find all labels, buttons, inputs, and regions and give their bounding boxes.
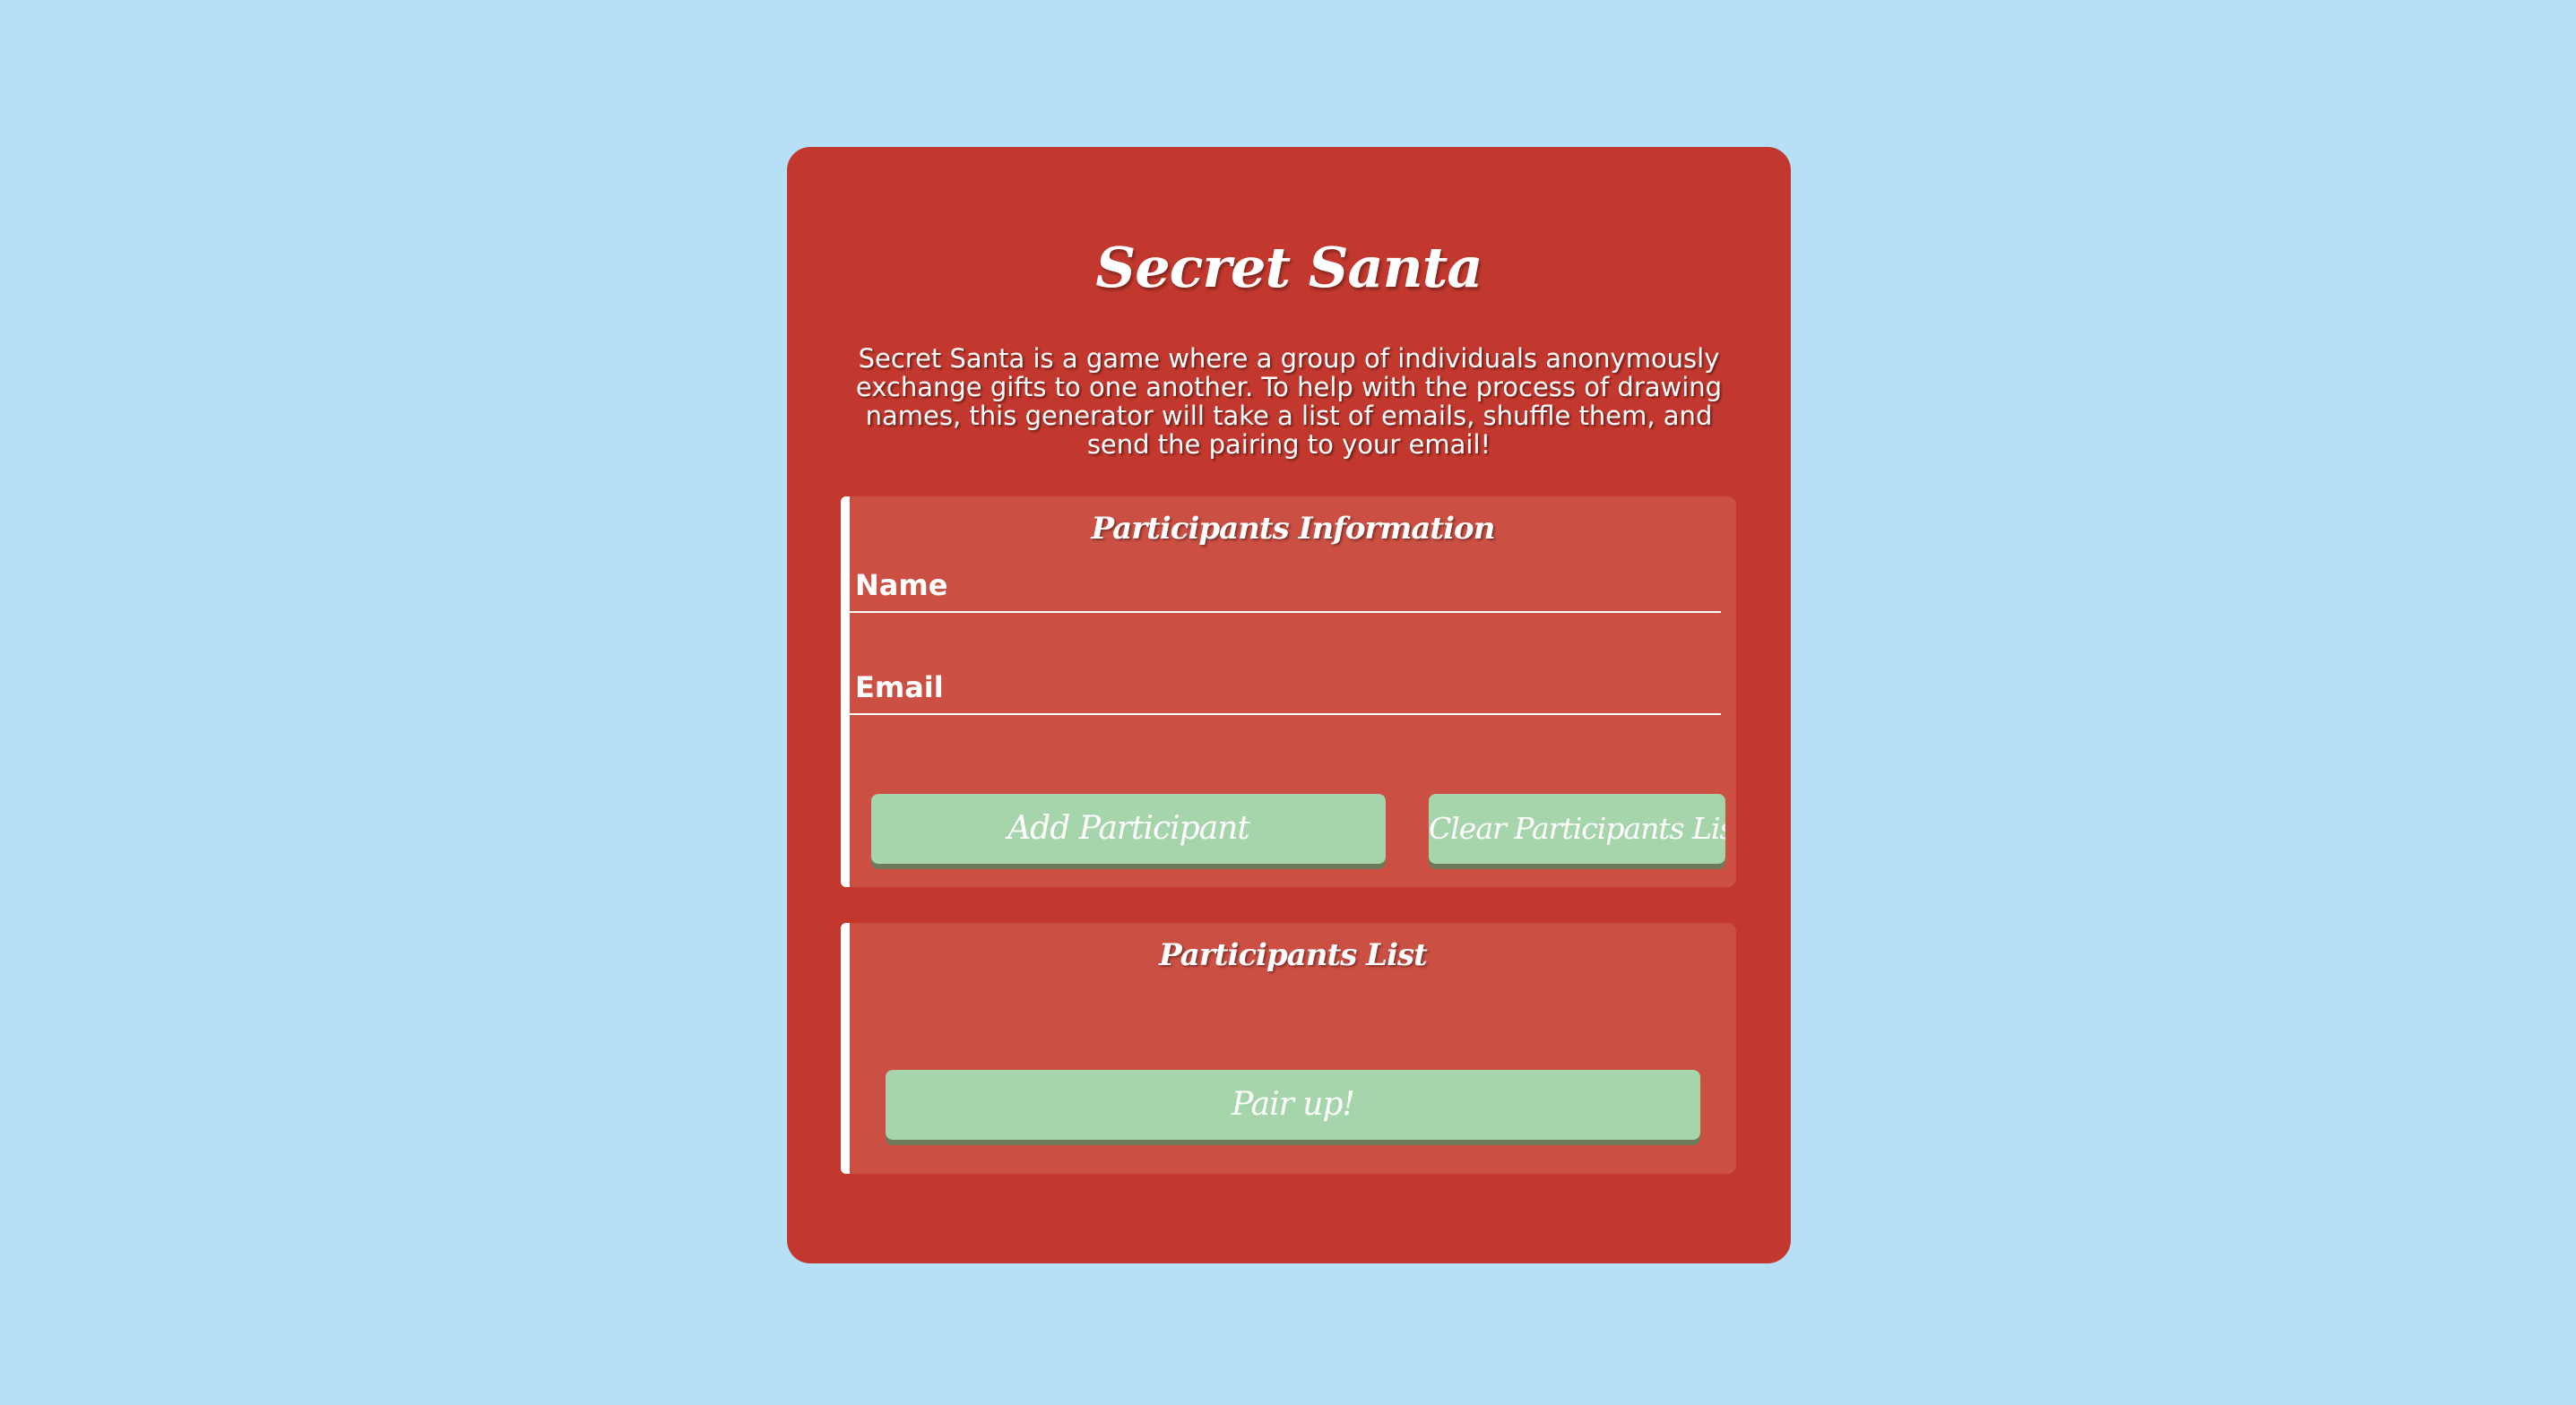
- participants-list-title: Participants List: [1159, 937, 1428, 973]
- name-input[interactable]: [850, 559, 1721, 611]
- participants-information-panel: Participants Information Add Participant…: [841, 496, 1736, 887]
- name-field-wrapper: [850, 559, 1721, 613]
- participants-information-title: Participants Information: [1091, 511, 1496, 547]
- email-field-wrapper: [850, 661, 1721, 715]
- secret-santa-card: Secret Santa Secret Santa is a game wher…: [787, 147, 1791, 1263]
- participants-list-panel: Participants List Pair up!: [841, 923, 1736, 1174]
- email-input[interactable]: [850, 661, 1721, 713]
- pair-up-button[interactable]: Pair up!: [886, 1070, 1700, 1140]
- page-title: Secret Santa: [1095, 235, 1482, 300]
- page-description: Secret Santa is a game where a group of …: [855, 343, 1723, 460]
- add-participant-button[interactable]: Add Participant: [871, 794, 1386, 864]
- clear-participants-list-button[interactable]: Clear Participants List: [1429, 794, 1725, 864]
